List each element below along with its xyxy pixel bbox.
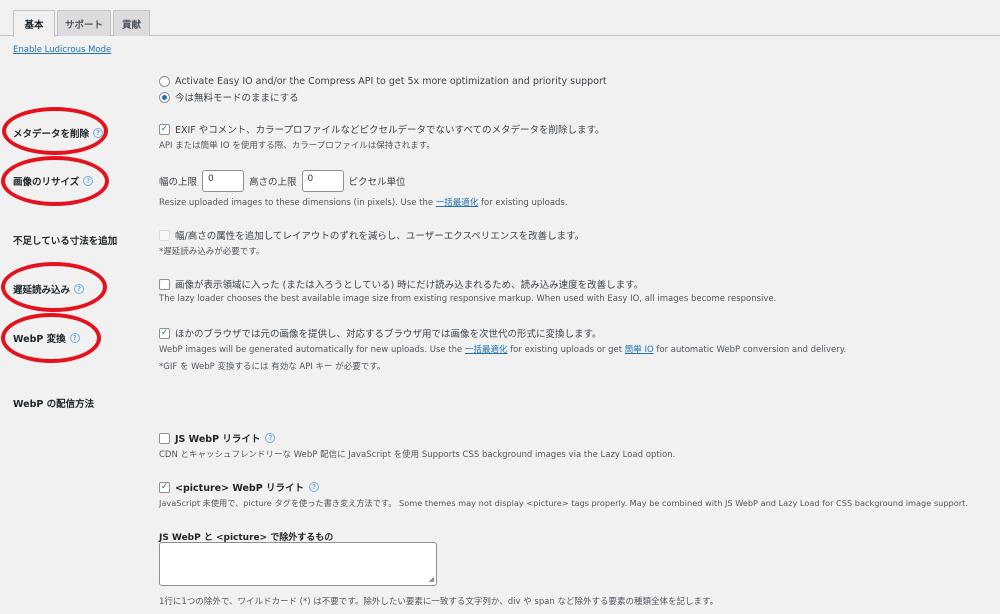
exclude-textarea[interactable]: ◢	[159, 542, 437, 586]
resize-inputs: 幅の上限 0 高さの上限 0 ピクセル単位	[159, 170, 406, 192]
radio-easyio[interactable]	[159, 76, 170, 87]
metadata-option[interactable]: ✓ EXIF やコメント、カラープロファイルなどピクセルデータでないすべてのメタ…	[159, 122, 605, 136]
help-icon[interactable]: ?	[265, 433, 276, 443]
dimensions-note: *遅延読み込みが必要です。	[159, 247, 265, 257]
tab-contribute[interactable]: 貢献	[113, 10, 150, 36]
resize-desc: Resize uploaded images to these dimensio…	[159, 196, 568, 208]
delivery-label: WebP の配信方法	[13, 396, 94, 410]
dimensions-checkbox[interactable]	[159, 229, 170, 241]
webp-option[interactable]: ✓ ほかのブラウザでは元の画像を提供し、対応するブラウザ用では画像を次世代の形式…	[159, 326, 602, 340]
metadata-label-text: メタデータを削除	[13, 129, 90, 140]
metadata-checkbox-label: EXIF やコメント、カラープロファイルなどピクセルデータでないすべてのメタデー…	[175, 125, 605, 136]
webp-checkbox-label: ほかのブラウザでは元の画像を提供し、対応するブラウザ用では画像を次世代の形式に変…	[175, 329, 602, 340]
webp-label-text: WebP 変換	[13, 334, 66, 345]
resize-desc-text-end: for existing uploads.	[481, 198, 568, 208]
picture-webp-option[interactable]: ✓ <picture> WebP リライト ?	[159, 480, 320, 494]
max-height-input[interactable]: 0	[301, 170, 344, 192]
resize-label-text: 画像のリサイズ	[13, 177, 80, 188]
webp-desc-text-end: for automatic WebP conversion and delive…	[656, 345, 847, 355]
easy-io-link[interactable]: 簡単 IO	[625, 345, 654, 355]
metadata-desc: API または簡単 IO を使用する際、カラープロファイルは保持されます。	[159, 141, 435, 151]
js-webp-option[interactable]: JS WebP リライト ?	[159, 431, 276, 445]
exclude-desc: 1行に1つの除外で、ワイルドカード (*) は不要です。除外したい要素に一致する…	[159, 597, 719, 607]
radio-free[interactable]	[159, 91, 170, 103]
lazy-desc: The lazy loader chooses the best availab…	[159, 294, 777, 304]
webp-note: *GIF を WebP 変換するには 有効な API キー が必要です。	[159, 362, 386, 372]
picture-webp-desc: JavaScript 未使用で、picture タグを使った書き変え方法です。 …	[159, 498, 968, 508]
webp-checkbox[interactable]: ✓	[159, 327, 170, 339]
lazy-label: 遅延読み込み ?	[13, 282, 85, 296]
bulk-optimize-link[interactable]: 一括最適化	[465, 345, 508, 355]
picture-webp-label: <picture> WebP リライト	[175, 483, 305, 494]
ludicrous-mode-link[interactable]: Enable Ludicrous Mode	[13, 45, 111, 55]
max-height-label: 高さの上限	[249, 177, 297, 188]
webp-desc: WebP images will be generated automatica…	[159, 343, 846, 355]
help-icon[interactable]: ?	[309, 482, 320, 492]
tab-support[interactable]: サポート	[57, 10, 111, 36]
lazy-option[interactable]: 画像が表示領域に入った (または入ろうとしている) 時にだけ読み込まれるため、読…	[159, 277, 643, 291]
webp-desc-text-mid: for existing uploads or get	[510, 345, 623, 355]
dimensions-checkbox-label: 幅/高さの属性を追加してレイアウトのずれを減らし、ユーザーエクスペリエンスを改善…	[175, 231, 585, 242]
mode-option-easyio-label: Activate Easy IO and/or the Compress API…	[175, 76, 607, 87]
pixel-unit-label: ピクセル単位	[348, 177, 406, 188]
delivery-label-text: WebP の配信方法	[13, 399, 95, 410]
js-webp-desc: CDN とキャッシュフレンドリーな WebP 配信に JavaScript を使…	[159, 450, 676, 460]
bulk-optimize-link[interactable]: 一括最適化	[436, 198, 479, 208]
lazy-checkbox-label: 画像が表示領域に入った (または入ろうとしている) 時にだけ読み込まれるため、読…	[175, 280, 644, 291]
resize-desc-text: Resize uploaded images to these dimensio…	[159, 198, 434, 208]
tab-basic[interactable]: 基本	[13, 10, 55, 37]
picture-webp-checkbox[interactable]: ✓	[159, 481, 170, 493]
metadata-checkbox[interactable]: ✓	[159, 123, 170, 135]
help-icon[interactable]: ?	[74, 284, 85, 294]
dimensions-label-text: 不足している寸法を追加	[13, 236, 118, 247]
lazy-label-text: 遅延読み込み	[13, 285, 71, 296]
resize-grip-icon[interactable]: ◢	[429, 575, 434, 583]
webp-desc-text: WebP images will be generated automatica…	[159, 345, 463, 355]
help-icon[interactable]: ?	[83, 176, 94, 186]
js-webp-checkbox[interactable]	[159, 432, 170, 444]
mode-option-free[interactable]: 今は無料モードのままにする	[159, 90, 299, 104]
webp-label: WebP 変換 ?	[13, 331, 80, 345]
dimensions-option[interactable]: 幅/高さの属性を追加してレイアウトのずれを減らし、ユーザーエクスペリエンスを改善…	[159, 228, 584, 242]
dimensions-label: 不足している寸法を追加	[13, 233, 117, 247]
help-icon[interactable]: ?	[93, 128, 104, 138]
metadata-label: メタデータを削除 ?	[13, 126, 104, 140]
resize-label: 画像のリサイズ ?	[13, 174, 94, 188]
max-width-input[interactable]: 0	[202, 170, 245, 192]
mode-option-free-label: 今は無料モードのままにする	[175, 93, 299, 104]
js-webp-label: JS WebP リライト	[175, 434, 261, 445]
lazy-checkbox[interactable]	[159, 278, 170, 290]
help-icon[interactable]: ?	[69, 333, 80, 343]
mode-option-easyio[interactable]: Activate Easy IO and/or the Compress API…	[159, 76, 607, 87]
settings-tabs: 基本 サポート 貢献	[0, 0, 1000, 37]
max-width-label: 幅の上限	[159, 177, 198, 188]
